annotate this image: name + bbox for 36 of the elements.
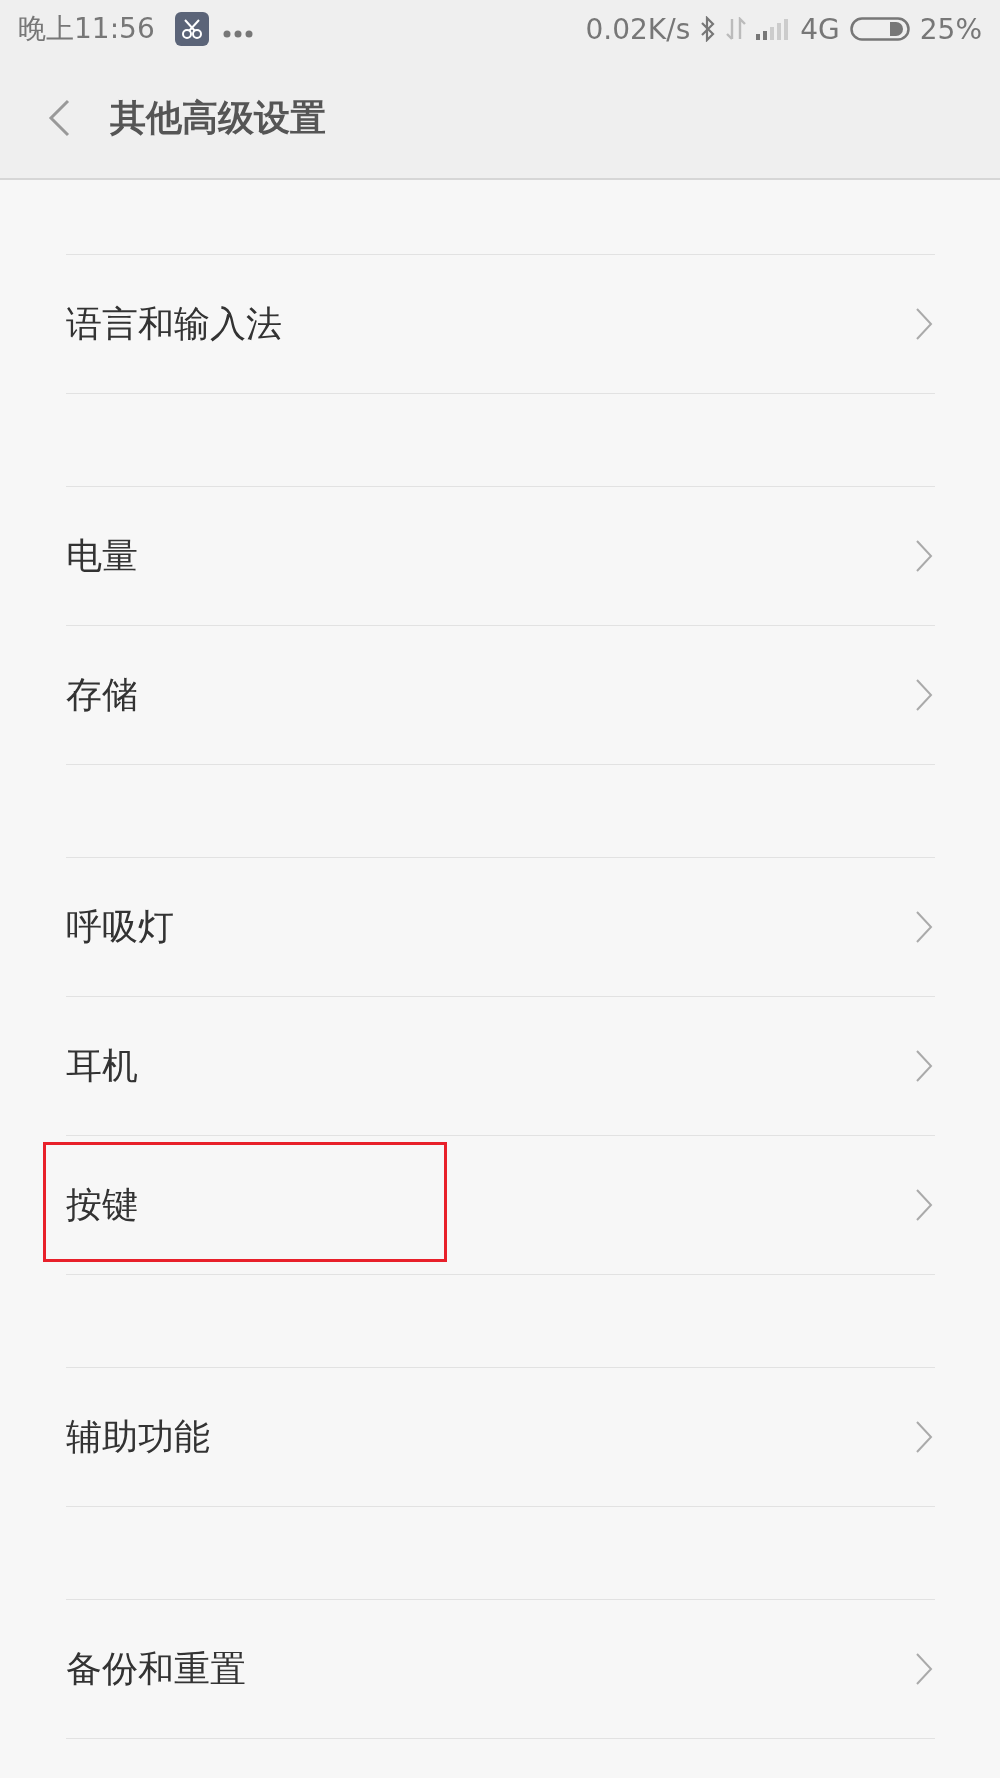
chevron-right-icon [915,910,933,944]
settings-item[interactable]: 语言和输入法 [66,254,935,393]
item-label: 电量 [66,533,138,578]
network-speed: 0.02K/s [585,12,691,46]
settings-item[interactable]: 电量 [66,486,935,625]
settings-item[interactable]: 呼吸灯 [66,857,935,996]
chevron-right-icon [915,1188,933,1222]
item-label: 辅助功能 [66,1414,210,1459]
chevron-right-icon [915,678,933,712]
battery-percent: 25% [919,12,982,46]
signal-icon [756,18,791,40]
chevron-right-icon [915,1420,933,1454]
scissors-icon [174,12,209,46]
settings-item[interactable]: 辅助功能 [66,1367,935,1506]
bluetooth-icon [700,16,717,42]
page-title: 其他高级设置 [110,95,326,140]
settings-item[interactable]: 按键 [66,1135,935,1274]
chevron-right-icon [915,1652,933,1686]
chevron-right-icon [915,1049,933,1083]
item-label: 备份和重置 [66,1646,246,1691]
item-label: 语言和输入法 [66,301,282,346]
item-label: 按键 [66,1182,138,1227]
settings-item[interactable]: 存储 [66,625,935,764]
settings-item[interactable]: 备份和重置 [66,1599,935,1738]
chevron-right-icon [915,307,933,341]
battery-icon [849,17,910,41]
back-icon[interactable] [48,99,70,137]
item-label: 呼吸灯 [66,904,174,949]
chevron-right-icon [915,539,933,573]
network-type: 4G [800,12,840,46]
data-arrows-icon [726,17,747,41]
status-time: 晚上11:56 [18,11,155,47]
more-icon [222,30,253,38]
settings-item[interactable]: 耳机 [66,996,935,1135]
item-label: 存储 [66,672,138,717]
item-label: 耳机 [66,1043,138,1088]
